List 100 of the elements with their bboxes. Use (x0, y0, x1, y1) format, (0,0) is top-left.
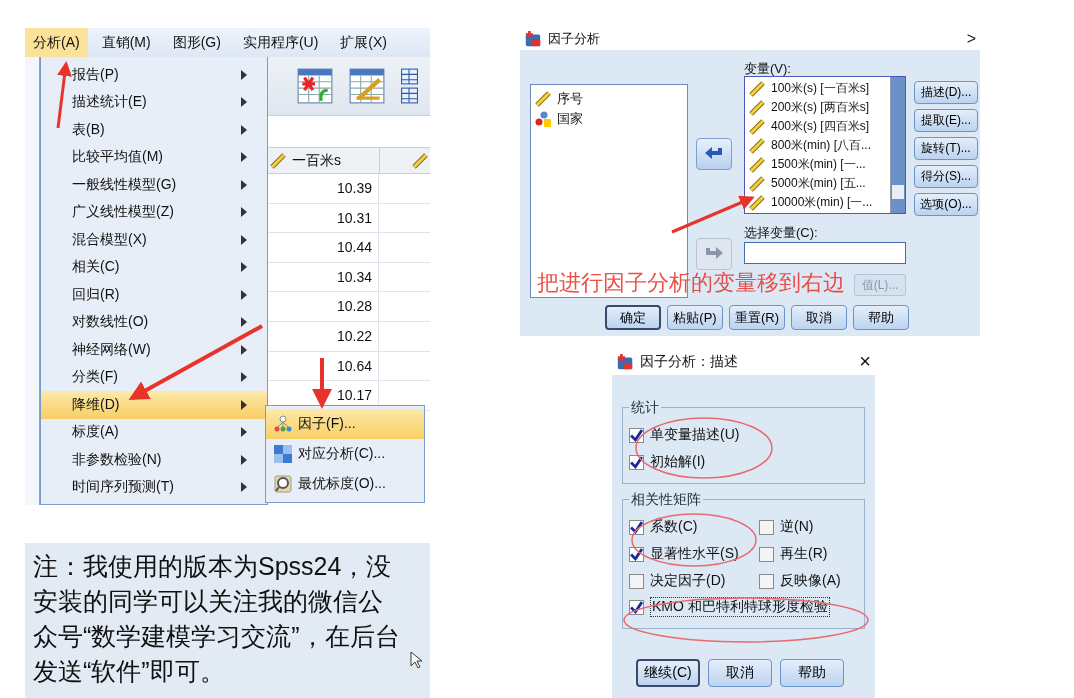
checkbox[interactable] (629, 454, 644, 470)
right-arrow-icon (704, 246, 724, 262)
submenu-arrow-icon (241, 207, 247, 218)
checkbox-option[interactable]: 单变量描述(U) (629, 424, 858, 446)
checkbox[interactable] (629, 573, 644, 589)
dialog-button[interactable]: 确定 (605, 305, 661, 330)
menu-item[interactable]: 神经网络(W) (41, 336, 267, 364)
variable-item[interactable]: 国家 (535, 109, 683, 129)
menu-item[interactable]: 描述统计(E) (41, 88, 267, 116)
scale-variable-icon (749, 137, 765, 154)
submenu-arrow-icon (241, 179, 247, 190)
node-tree-icon (274, 415, 292, 433)
expand-glyph[interactable]: > (966, 30, 976, 48)
checkbox[interactable] (759, 519, 774, 535)
menu-item[interactable]: 表(B) (41, 116, 267, 144)
variable-item[interactable]: 1500米(min) [一... (749, 155, 890, 174)
variable-item[interactable]: 序号 (535, 89, 683, 109)
menu-item[interactable]: 对数线性(O) (41, 308, 267, 336)
close-button[interactable]: × (859, 350, 871, 373)
table-insert-icon[interactable] (296, 67, 334, 105)
left-arrow-icon (704, 146, 724, 162)
checkbox-option[interactable]: 系数(C) (629, 516, 754, 538)
scrollbar[interactable] (890, 77, 905, 213)
variable-item[interactable]: 10000米(min) [一... (749, 193, 890, 212)
selection-variable-field[interactable] (744, 242, 906, 264)
dialog-button[interactable]: 描述(D)... (914, 81, 978, 104)
checkbox-option[interactable]: 逆(N) (759, 516, 858, 538)
menu-item[interactable]: 降维(D) (41, 391, 267, 419)
checkbox-option[interactable]: 再生(R) (759, 543, 858, 565)
submenu-arrow-icon (241, 372, 247, 383)
menu-item[interactable]: 比较平均值(M) (41, 143, 267, 171)
scale-variable-icon (270, 152, 286, 169)
submenu-arrow-icon (241, 97, 247, 108)
menu-bar-item[interactable]: 分析(A) (25, 28, 88, 57)
menu-item[interactable]: 标度(A) (41, 418, 267, 446)
nominal-variable-icon (535, 111, 551, 127)
dialog-button[interactable]: 得分(S)... (914, 165, 978, 188)
menu-item[interactable]: 报告(P) (41, 61, 267, 89)
dialog-title: 因子分析 (548, 30, 601, 48)
app-icon (616, 352, 634, 371)
variable-item[interactable]: 100米(s) [一百米s] (749, 79, 890, 98)
variable-item[interactable]: 800米(min) [八百... (749, 136, 890, 155)
menu-item[interactable]: 因子(F)... (266, 409, 424, 439)
menu-item[interactable]: 一般线性模型(G) (41, 171, 267, 199)
checkbox[interactable] (629, 427, 644, 443)
menu-item[interactable]: 最优标度(O)... (266, 469, 424, 499)
dialog-button[interactable]: 帮助 (780, 659, 844, 687)
checkbox[interactable] (759, 573, 774, 589)
dialog-button[interactable]: 选项(O)... (914, 193, 978, 216)
menu-bar-item[interactable]: 实用程序(U) (234, 28, 327, 57)
submenu-arrow-icon (241, 124, 247, 135)
variable-item[interactable]: 200米(s) [两百米s] (749, 98, 890, 117)
submenu-arrow-icon (241, 69, 247, 80)
dialog-button[interactable]: 帮助 (853, 305, 909, 330)
submenu-arrow-icon (241, 262, 247, 273)
dialog-button[interactable]: 取消 (791, 305, 847, 330)
submenu-arrow-icon (241, 482, 247, 493)
grid-icon[interactable] (400, 67, 418, 105)
checkbox[interactable] (759, 546, 774, 562)
menu-item[interactable]: 广义线性模型(Z) (41, 198, 267, 226)
checkbox-option[interactable]: 显著性水平(S) (629, 543, 754, 565)
field-label: 选择变量(C): (744, 224, 819, 240)
menu-bar-item[interactable]: 扩展(X) (332, 28, 395, 57)
menu-item[interactable]: 分类(F) (41, 363, 267, 391)
submenu-arrow-icon (241, 427, 247, 438)
menu-item[interactable]: 非参数检验(N) (41, 446, 267, 474)
table-cell: 10.64 (268, 351, 379, 381)
menu-bar-item[interactable]: 图形(G) (164, 28, 229, 57)
checkbox-option[interactable]: 决定因子(D) (629, 570, 754, 592)
menu-item[interactable]: 对应分析(C)... (266, 439, 424, 469)
annotation-arrow (312, 358, 332, 409)
scale-variable-icon (749, 175, 765, 192)
menu-item[interactable]: 相关(C) (41, 253, 267, 281)
submenu-arrow-icon (241, 289, 247, 300)
dialog-button[interactable]: 取消 (708, 659, 772, 687)
table-cell: 10.34 (268, 262, 379, 292)
table-cell: 10.22 (268, 321, 379, 351)
dialog-button[interactable]: 提取(E)... (914, 109, 978, 132)
menu-item[interactable]: 回归(R) (41, 281, 267, 309)
submenu-arrow-icon (241, 344, 247, 355)
scale-variable-icon (749, 194, 765, 211)
group-title: 统计 (629, 399, 661, 417)
table-cell: 10.44 (268, 233, 379, 262)
menu-bar-item[interactable]: 直销(M) (93, 28, 159, 57)
variable-item[interactable]: 400米(s) [四百米s] (749, 117, 890, 136)
table-edit-icon[interactable] (348, 67, 386, 105)
dialog-button[interactable]: 旋转(T)... (914, 137, 978, 160)
submenu-arrow-icon (241, 317, 247, 328)
checkbox-option[interactable]: 反映像(A) (759, 570, 858, 592)
dialog-button[interactable]: 粘贴(P) (667, 305, 723, 330)
dialog-button[interactable]: 继续(C) (636, 659, 700, 687)
menu-item[interactable]: 时间序列预测(T) (41, 473, 267, 501)
scale-variable-icon (535, 91, 551, 107)
variable-item[interactable]: 5000米(min) [五... (749, 174, 890, 193)
move-arrow-button[interactable] (696, 138, 732, 170)
menu-item[interactable]: 混合模型(X) (41, 226, 267, 254)
dialog-button[interactable]: 重置(R) (729, 305, 785, 330)
scale-variable-icon (749, 118, 765, 135)
checkbox-option[interactable]: 初始解(I) (629, 451, 858, 473)
scale-variable-icon (749, 99, 765, 116)
